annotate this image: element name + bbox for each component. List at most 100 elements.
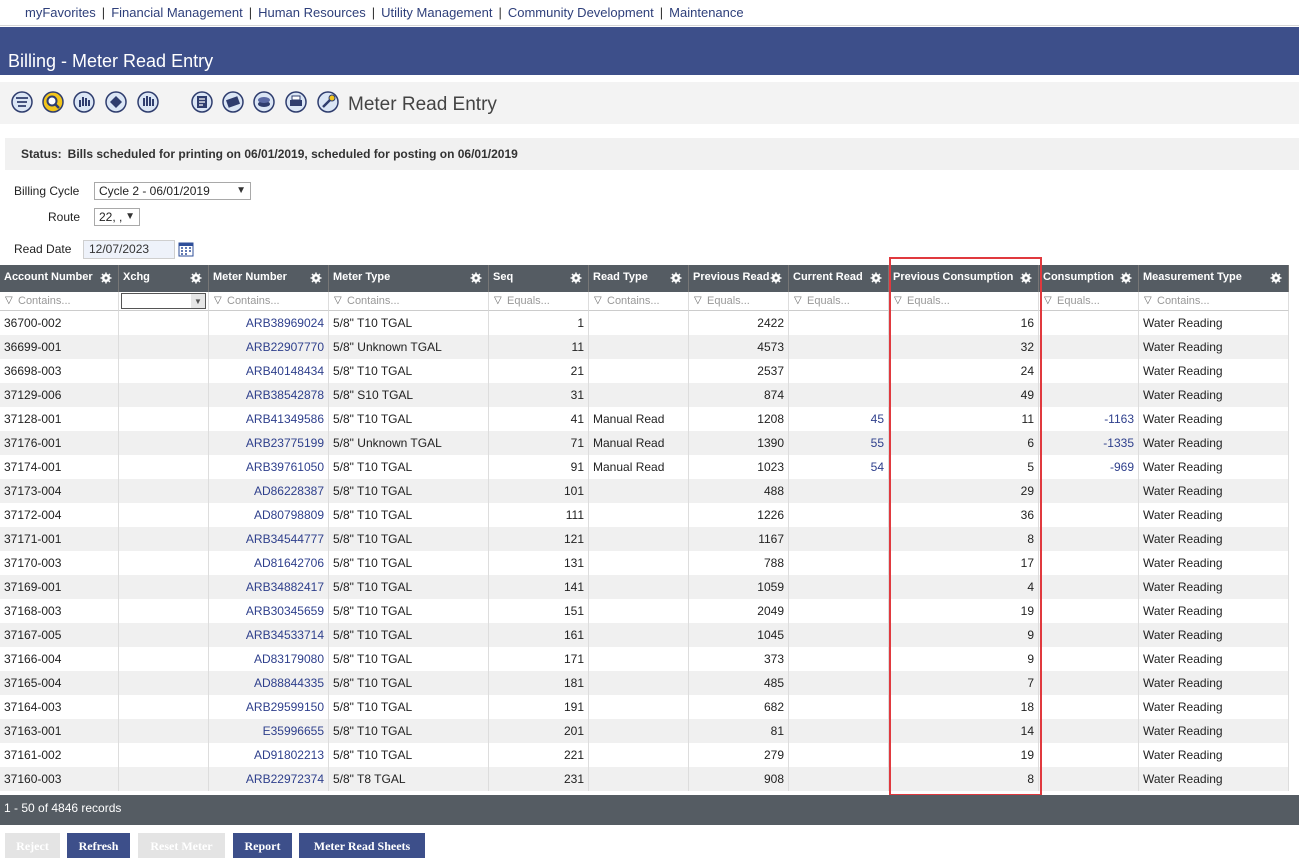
cell-consumption[interactable] — [1039, 383, 1139, 407]
cell-current-read[interactable] — [789, 695, 889, 719]
filter-read-type[interactable]: ▽ Contains... — [589, 292, 689, 311]
cell-current-read[interactable] — [789, 575, 889, 599]
cell-current-read[interactable] — [789, 359, 889, 383]
cell-xchg[interactable] — [119, 479, 209, 503]
cell-meter-number[interactable]: ARB38542878 — [209, 383, 329, 407]
cell-consumption[interactable] — [1039, 599, 1139, 623]
table-row[interactable]: 37174-001 ARB39761050 5/8" T10 TGAL 91 Manua… — [0, 455, 1289, 479]
cell-consumption[interactable] — [1039, 743, 1139, 767]
filter-previous-consumption[interactable]: ▽ Equals... — [889, 292, 1039, 311]
route-select[interactable]: 22, , ▼ — [94, 208, 140, 226]
cell-current-read[interactable] — [789, 671, 889, 695]
cell-consumption[interactable] — [1039, 575, 1139, 599]
column-header-xchg[interactable]: Xchg — [119, 265, 209, 292]
filter-xchg[interactable]: ▼ — [119, 292, 209, 311]
cell-consumption[interactable] — [1039, 695, 1139, 719]
table-row[interactable]: 37166-004 AD83179080 5/8" T10 TGAL 171 373 9 W… — [0, 647, 1289, 671]
cell-xchg[interactable] — [119, 647, 209, 671]
filter-account-number[interactable]: ▽ Contains... — [0, 292, 119, 311]
table-row[interactable]: 37168-003 ARB30345659 5/8" T10 TGAL 151 2049… — [0, 599, 1289, 623]
cell-consumption[interactable]: -1335 — [1039, 431, 1139, 455]
cell-xchg[interactable] — [119, 527, 209, 551]
cell-consumption[interactable] — [1039, 359, 1139, 383]
cell-consumption[interactable] — [1039, 671, 1139, 695]
cell-current-read[interactable] — [789, 599, 889, 623]
cell-xchg[interactable] — [119, 335, 209, 359]
cell-current-read[interactable] — [789, 335, 889, 359]
table-row[interactable]: 37169-001 ARB34882417 5/8" T10 TGAL 141 1059… — [0, 575, 1289, 599]
cell-meter-number[interactable]: ARB22972374 — [209, 767, 329, 791]
cell-current-read[interactable] — [789, 383, 889, 407]
table-row[interactable]: 37171-001 ARB34544777 5/8" T10 TGAL 121 1167… — [0, 527, 1289, 551]
cell-consumption[interactable] — [1039, 767, 1139, 791]
cell-xchg[interactable] — [119, 359, 209, 383]
cell-meter-number[interactable]: ARB41349586 — [209, 407, 329, 431]
cell-xchg[interactable] — [119, 767, 209, 791]
cell-current-read[interactable] — [789, 311, 889, 335]
cell-current-read[interactable] — [789, 503, 889, 527]
cell-xchg[interactable] — [119, 503, 209, 527]
column-header-previous-read[interactable]: Previous Read — [689, 265, 789, 292]
cell-consumption[interactable] — [1039, 479, 1139, 503]
cell-meter-number[interactable]: AD81642706 — [209, 551, 329, 575]
cell-consumption[interactable] — [1039, 551, 1139, 575]
cell-current-read[interactable] — [789, 527, 889, 551]
column-header-meter-type[interactable]: Meter Type — [329, 265, 489, 292]
cell-consumption[interactable] — [1039, 647, 1139, 671]
cell-consumption[interactable]: -969 — [1039, 455, 1139, 479]
cell-current-read[interactable] — [789, 623, 889, 647]
column-header-meter-number[interactable]: Meter Number — [209, 265, 329, 292]
table-row[interactable]: 37128-001 ARB41349586 5/8" T10 TGAL 41 Manua… — [0, 407, 1289, 431]
column-header-current-read[interactable]: Current Read — [789, 265, 889, 292]
calendar-icon[interactable] — [178, 241, 194, 257]
table-row[interactable]: 37165-004 AD88844335 5/8" T10 TGAL 181 485 7 W… — [0, 671, 1289, 695]
cell-xchg[interactable] — [119, 695, 209, 719]
filter-meter-number[interactable]: ▽ Contains... — [209, 292, 329, 311]
column-header-read-type[interactable]: Read Type — [589, 265, 689, 292]
filter-meter-type[interactable]: ▽ Contains... — [329, 292, 489, 311]
bill-icon[interactable] — [190, 90, 214, 114]
billing-cycle-select[interactable]: Cycle 2 - 06/01/2019 ▼ — [94, 182, 251, 200]
table-row[interactable]: 37176-001 ARB23775199 5/8" Unknown TGAL 71 M… — [0, 431, 1289, 455]
cell-meter-number[interactable]: AD80798809 — [209, 503, 329, 527]
cell-xchg[interactable] — [119, 719, 209, 743]
table-row[interactable]: 37167-005 ARB34533714 5/8" T10 TGAL 161 1045… — [0, 623, 1289, 647]
column-header-previous-consumption[interactable]: Previous Consumption — [889, 265, 1039, 292]
cell-current-read[interactable]: 54 — [789, 455, 889, 479]
cell-xchg[interactable] — [119, 671, 209, 695]
table-row[interactable]: 36700-002 ARB38969024 5/8" T10 TGAL 1 2422 16… — [0, 311, 1289, 335]
table-row[interactable]: 37172-004 AD80798809 5/8" T10 TGAL 111 1226 3… — [0, 503, 1289, 527]
cell-meter-number[interactable]: ARB34533714 — [209, 623, 329, 647]
nav-community-development[interactable]: Community Development — [508, 5, 654, 20]
table-row[interactable]: 37170-003 AD81642706 5/8" T10 TGAL 131 788 17… — [0, 551, 1289, 575]
cell-meter-number[interactable]: E35996655 — [209, 719, 329, 743]
cell-consumption[interactable] — [1039, 311, 1139, 335]
cell-meter-number[interactable]: ARB22907770 — [209, 335, 329, 359]
cell-meter-number[interactable]: ARB29599150 — [209, 695, 329, 719]
hand-stop-icon[interactable] — [136, 90, 160, 114]
cell-xchg[interactable] — [119, 407, 209, 431]
nav-utility-management[interactable]: Utility Management — [381, 5, 492, 20]
coins-icon[interactable] — [252, 90, 276, 114]
column-header-measurement-type[interactable]: Measurement Type — [1139, 265, 1289, 292]
cell-xchg[interactable] — [119, 599, 209, 623]
filter-measurement-type[interactable]: ▽ Contains... — [1139, 292, 1289, 311]
cell-meter-number[interactable]: ARB40148434 — [209, 359, 329, 383]
filter-current-read[interactable]: ▽ Equals... — [789, 292, 889, 311]
cell-xchg[interactable] — [119, 311, 209, 335]
table-row[interactable]: 36698-003 ARB40148434 5/8" T10 TGAL 21 2537 2… — [0, 359, 1289, 383]
cell-current-read[interactable] — [789, 767, 889, 791]
nav-maintenance[interactable]: Maintenance — [669, 5, 743, 20]
xchg-filter-select[interactable]: ▼ — [121, 293, 206, 309]
read-date-input[interactable]: 12/07/2023 — [83, 240, 175, 259]
cell-meter-number[interactable]: ARB34882417 — [209, 575, 329, 599]
refresh-button[interactable]: Refresh — [67, 833, 130, 858]
column-header-consumption[interactable]: Consumption — [1039, 265, 1139, 292]
column-header-account-number[interactable]: Account Number — [0, 265, 119, 292]
cell-xchg[interactable] — [119, 575, 209, 599]
column-header-seq[interactable]: Seq — [489, 265, 589, 292]
cell-current-read[interactable]: 45 — [789, 407, 889, 431]
reset-meter-button[interactable]: Reset Meter — [138, 833, 225, 858]
cell-current-read[interactable]: 55 — [789, 431, 889, 455]
cell-meter-number[interactable]: ARB39761050 — [209, 455, 329, 479]
